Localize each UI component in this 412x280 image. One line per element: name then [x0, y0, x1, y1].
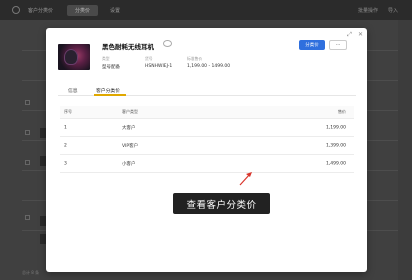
row-checkbox[interactable] [25, 215, 30, 220]
table-row[interactable]: 2 VIP客户 1,399.00 [60, 137, 354, 155]
product-name: 黑色耐耗无线耳机 [102, 43, 154, 51]
product-detail-modal: ⤢ ✕ 黑色耐耗无线耳机 类型 型号配备 货号 HSNHWIEJ-1 标准售价 … [46, 28, 367, 272]
cell-price: 1,199.00 [325, 125, 346, 130]
code-label: 货号 [145, 56, 153, 61]
cell-customer-type: 大客户 [122, 125, 136, 131]
screen: 客户分类价 分类价 设置 批量操作 导入 总计 8 条 ⤢ ✕ 黑色耐耗无线耳机… [0, 0, 412, 280]
more-button[interactable]: ··· [329, 40, 347, 50]
comment-icon[interactable] [163, 40, 172, 47]
detail-tabs: 信息 客户分类价 [58, 85, 356, 96]
price-label: 标准售价 [187, 56, 203, 61]
import-link[interactable]: 导入 [388, 7, 398, 14]
close-icon[interactable]: ✕ [358, 31, 363, 39]
tab-settings[interactable]: 设置 [110, 7, 120, 14]
pointer-arrow-icon [239, 172, 252, 186]
spec-value: 型号配备 [102, 65, 120, 70]
expand-icon[interactable]: ⤢ [347, 31, 352, 39]
row-checkbox[interactable] [25, 130, 30, 135]
cell-price: 1,399.00 [325, 143, 346, 148]
cell-seq: 3 [64, 161, 67, 166]
price-table: 序号 客户类型 售价 1 大客户 1,199.00 2 VIP客户 1,399.… [60, 106, 354, 173]
tab-customer-price[interactable]: 客户分类价 [96, 87, 120, 94]
row-checkbox[interactable] [25, 100, 30, 105]
table-header: 序号 客户类型 售价 [60, 106, 354, 119]
table-row[interactable]: 1 大客户 1,199.00 [60, 119, 354, 137]
app-header: 客户分类价 分类价 设置 批量操作 导入 [0, 0, 412, 20]
column-header-customer-type: 客户类型 [122, 109, 138, 114]
tutorial-caption: 查看客户分类价 [173, 193, 270, 214]
app-logo-icon [12, 6, 20, 14]
cell-seq: 2 [64, 143, 67, 148]
active-tab-indicator [94, 94, 126, 96]
spec-label: 类型 [102, 56, 110, 61]
tab-info[interactable]: 信息 [68, 87, 78, 94]
batch-action-link[interactable]: 批量操作 [358, 7, 378, 14]
cell-price: 1,499.00 [325, 161, 346, 166]
classified-price-button[interactable]: 分类价 [299, 40, 325, 50]
price-range: 1,199.00 - 1499.00 [187, 64, 231, 69]
column-header-price: 售价 [338, 109, 346, 114]
app-title: 客户分类价 [28, 7, 54, 14]
cell-customer-type: VIP客户 [122, 143, 139, 149]
cell-seq: 1 [64, 125, 67, 130]
right-panel [398, 20, 412, 280]
footer-count: 总计 8 条 [22, 270, 40, 275]
product-image [58, 44, 90, 70]
tab-classified-price[interactable]: 分类价 [67, 4, 99, 16]
table-row[interactable]: 3 小客户 1,499.00 [60, 155, 354, 173]
row-checkbox[interactable] [25, 160, 30, 165]
column-header-seq: 序号 [64, 109, 72, 114]
cell-customer-type: 小客户 [122, 161, 136, 167]
code-value: HSNHWIEJ-1 [145, 64, 173, 69]
